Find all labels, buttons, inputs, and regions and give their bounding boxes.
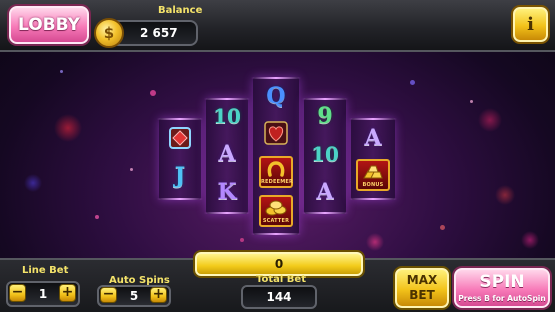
total-bet-value: 144 xyxy=(266,290,292,304)
heart-icon xyxy=(264,121,288,145)
max-bet-label-line2: BET xyxy=(409,288,435,302)
spin-label: SPIN xyxy=(479,272,525,292)
symbol-a: A xyxy=(316,179,334,205)
symbol-label: REDEEMER xyxy=(261,179,294,185)
win-value: 0 xyxy=(274,257,284,271)
line-bet-minus-button[interactable]: − xyxy=(9,284,26,302)
symbol-a: A xyxy=(218,141,236,167)
symbol-label: SCATTER xyxy=(262,218,290,224)
spin-button[interactable]: SPIN Press B for AutoSpin xyxy=(454,268,550,308)
symbol-k: K xyxy=(217,179,237,205)
auto-spins-value: 5 xyxy=(129,289,139,303)
symbol-coins: SCATTER xyxy=(259,195,293,227)
gold-bars-icon xyxy=(363,165,383,179)
line-bet-label: Line Bet xyxy=(22,265,69,276)
symbol-q: Q xyxy=(266,83,286,109)
win-display: 0 xyxy=(195,252,363,276)
spin-hint: Press B for AutoSpin xyxy=(458,294,546,303)
diamond-icon xyxy=(169,127,191,149)
symbol-label: BONUS xyxy=(362,182,384,188)
symbol-10: 10 xyxy=(213,104,241,128)
symbol-horseshoe: REDEEMER xyxy=(259,156,293,188)
line-bet-plus-button[interactable]: + xyxy=(59,284,76,302)
symbol-a: A xyxy=(364,125,382,151)
symbol-j: J xyxy=(174,163,186,189)
total-bet-display: 144 xyxy=(241,285,317,309)
symbol-9: 9 xyxy=(317,103,333,129)
auto-spins-plus-button[interactable]: + xyxy=(150,287,167,303)
symbol-10: 10 xyxy=(311,142,339,166)
symbol-gold: BONUS xyxy=(356,159,390,191)
max-bet-label-line1: MAX xyxy=(406,273,438,287)
game-screen: LOBBY Balance 2 657 $ i J 10 A K Q REDEE… xyxy=(0,0,555,312)
coins-icon xyxy=(265,200,287,216)
line-bet-value: 1 xyxy=(38,287,48,301)
max-bet-button[interactable]: MAX BET xyxy=(395,268,449,308)
horseshoe-icon xyxy=(267,161,285,177)
symbol-heart xyxy=(259,117,293,149)
total-bet-label: Total Bet xyxy=(256,274,306,285)
auto-spins-minus-button[interactable]: − xyxy=(100,287,117,303)
symbol-diamond xyxy=(163,122,197,154)
